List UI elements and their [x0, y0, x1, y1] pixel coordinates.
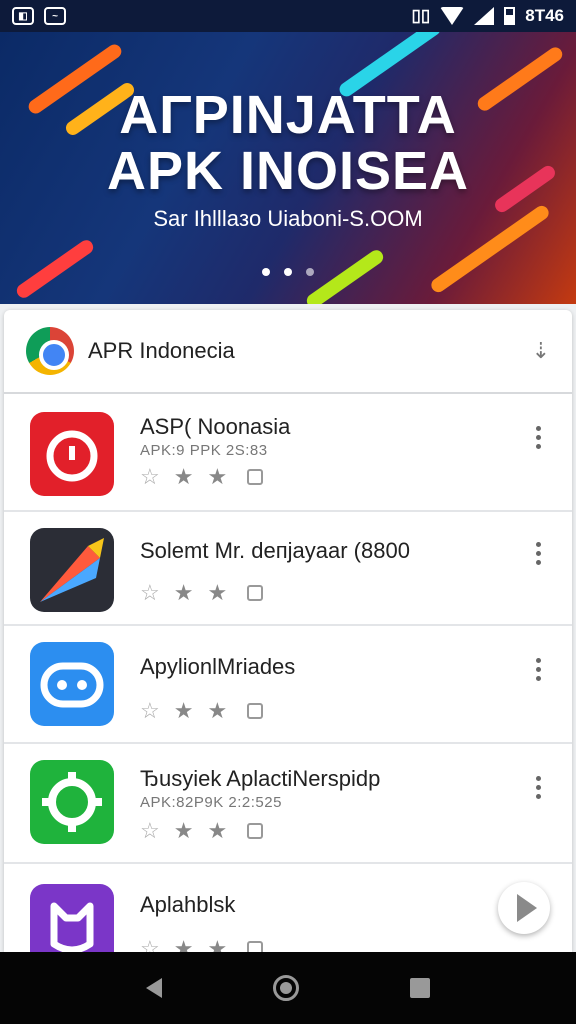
- rating: ☆ ★ ★: [140, 464, 264, 490]
- app-name: ASP( Noonasia: [140, 414, 291, 439]
- page-dot[interactable]: [306, 268, 314, 276]
- list-header[interactable]: APR Indonecia ⇣: [4, 310, 572, 394]
- banner-subtitle: Sar Ihlllaзo Uiaboni-S.OOM: [153, 206, 423, 231]
- rating-badge-icon: [247, 941, 264, 952]
- banner-title-line2: APK INOISEA: [106, 141, 470, 201]
- star-outline-icon: ☆: [140, 464, 160, 489]
- list-header-title: APR Indonecia: [88, 338, 235, 363]
- star-outline-icon: ☆: [140, 698, 160, 723]
- list-item[interactable]: Solemt Mr. deпjayaar (8800 ☆ ★ ★: [4, 514, 572, 626]
- star-icon: ★: [207, 698, 228, 723]
- rating-badge-icon: [247, 823, 264, 839]
- rating-badge-icon: [247, 585, 264, 601]
- ring-app-icon[interactable]: [30, 760, 114, 844]
- star-icon: ★: [207, 464, 228, 489]
- back-icon[interactable]: [145, 978, 162, 998]
- star-icon: ★: [207, 936, 228, 952]
- app-name: Ђusyiek AplactiNerspidp: [140, 766, 381, 791]
- rating: ☆ ★ ★: [140, 818, 264, 844]
- clock: 8T46: [525, 6, 564, 25]
- banner-title-line1: AΓPINJATTA: [119, 85, 457, 145]
- download-arrow-icon[interactable]: ⇣: [532, 338, 550, 364]
- rating: ☆ ★ ★: [140, 936, 264, 952]
- banner-page-indicator[interactable]: [0, 268, 576, 276]
- overflow-menu-icon[interactable]: [528, 542, 548, 565]
- star-icon: ★: [173, 818, 194, 843]
- rating: ☆ ★ ★: [140, 698, 264, 724]
- rating: ☆ ★ ★: [140, 580, 264, 606]
- app-list-card: APR Indonecia ⇣ ASP( Noonasia APK:9 PPK …: [4, 310, 572, 952]
- chrome-icon: [26, 327, 74, 375]
- list-item[interactable]: Ђusyiek AplactiNerspidp APK:82P9K 2:2:52…: [4, 746, 572, 864]
- battery-icon: [504, 7, 516, 25]
- face-app-icon[interactable]: [30, 884, 114, 952]
- message-icon: ~: [44, 7, 66, 25]
- notification-icon: ◧: [12, 7, 34, 25]
- chat-app-icon[interactable]: [30, 642, 114, 726]
- overflow-menu-icon[interactable]: [528, 658, 548, 681]
- star-icon: ★: [173, 698, 194, 723]
- navigation-bar: [0, 952, 576, 1024]
- star-icon: ★: [207, 580, 228, 605]
- star-icon: ★: [207, 818, 228, 843]
- list-item[interactable]: ASP( Noonasia APK:9 PPK 2S:83 ☆ ★ ★: [4, 396, 572, 512]
- star-outline-icon: ☆: [140, 580, 160, 605]
- list-item[interactable]: Aplahblsk ☆ ★ ★: [4, 870, 572, 952]
- signal-icon: [474, 7, 495, 25]
- list-item[interactable]: ApylionlMriades ☆ ★ ★: [4, 628, 572, 744]
- wifi-icon: [440, 7, 465, 25]
- play-arrow-icon[interactable]: [498, 882, 550, 934]
- star-outline-icon: ☆: [140, 818, 160, 843]
- home-icon[interactable]: [272, 975, 299, 1001]
- app-meta: APK:82P9K 2:2:525: [140, 794, 282, 811]
- overflow-menu-icon[interactable]: [528, 426, 548, 449]
- star-outline-icon: ☆: [140, 936, 160, 952]
- pen-app-icon[interactable]: [30, 528, 114, 612]
- app-meta: APK:9 PPK 2S:83: [140, 442, 268, 459]
- app-name: ApylionlMriades: [140, 654, 296, 679]
- page-dot-active[interactable]: [262, 268, 270, 276]
- page-dot[interactable]: [284, 268, 292, 276]
- timer-app-icon[interactable]: [30, 412, 114, 496]
- overflow-menu-icon[interactable]: [528, 776, 548, 799]
- rating-badge-icon: [247, 703, 264, 719]
- rating-badge-icon: [247, 469, 264, 485]
- promo-banner[interactable]: AΓPINJATTA APK INOISEA Sar Ihlllaзo Uiab…: [0, 32, 576, 304]
- star-icon: ★: [173, 580, 194, 605]
- star-icon: ★: [173, 936, 194, 952]
- vibrate-icon: ▯▯: [411, 6, 431, 25]
- recent-apps-icon[interactable]: [410, 978, 431, 998]
- star-icon: ★: [173, 464, 194, 489]
- app-name: Solemt Mr. deпjayaar (8800: [140, 538, 410, 563]
- app-name: Aplahblsk: [140, 892, 236, 917]
- status-bar: ◧ ~ ▯▯ 8T46: [0, 0, 576, 32]
